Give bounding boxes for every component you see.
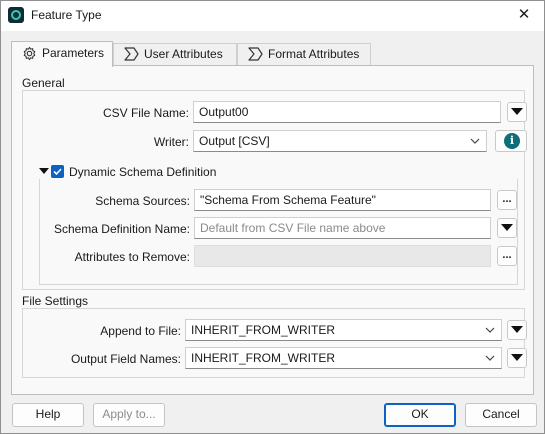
attributes-to-remove-browse-button[interactable]: ... [497, 246, 517, 266]
writer-select[interactable]: Output [CSV] [193, 130, 487, 152]
dynamic-schema-checkbox[interactable] [51, 165, 64, 178]
schema-definition-name-label: Schema Definition Name: [53, 222, 190, 236]
writer-info-button[interactable]: i [495, 130, 527, 152]
csv-file-name-input[interactable]: Output00 [193, 101, 501, 123]
schema-sources-input[interactable]: "Schema From Schema Feature" [194, 189, 491, 211]
triangle-down-icon [501, 224, 513, 231]
triangle-down-icon [511, 354, 523, 361]
schema-definition-name-input[interactable]: Default from CSV File name above [194, 217, 491, 239]
help-button[interactable]: Help [12, 403, 84, 427]
writer-label: Writer: [153, 135, 189, 149]
gear-icon [22, 46, 38, 61]
tab-format-attributes-label: Format Attributes [268, 47, 360, 61]
apply-to-button[interactable]: Apply to... [93, 403, 165, 427]
writer-value: Output [CSV] [199, 134, 270, 148]
feature-type-dialog: Feature Type ✕ Parameters User Attribute… [0, 0, 545, 434]
sigma-icon [248, 47, 264, 61]
file-settings-group: Append to File: INHERIT_FROM_WRITER Outp… [22, 308, 527, 378]
schema-sources-browse-button[interactable]: ... [497, 190, 517, 210]
output-field-names-select[interactable]: INHERIT_FROM_WRITER [185, 347, 502, 369]
triangle-down-icon [511, 108, 523, 115]
schema-definition-name-menu-button[interactable] [497, 218, 517, 238]
ok-button[interactable]: OK [384, 403, 456, 427]
tab-user-attributes[interactable]: User Attributes [113, 43, 237, 65]
output-field-names-menu-button[interactable] [507, 348, 527, 368]
checkmark-icon [53, 168, 62, 176]
attributes-to-remove-label: Attributes to Remove: [74, 250, 190, 264]
schema-sources-label: Schema Sources: [95, 194, 190, 208]
dynamic-schema-group: Schema Sources: "Schema From Schema Feat… [39, 179, 518, 285]
sigma-icon [124, 47, 140, 61]
chevron-down-icon [485, 355, 495, 361]
csv-file-name-menu-button[interactable] [507, 102, 527, 122]
chevron-down-icon [470, 138, 480, 144]
append-to-file-select[interactable]: INHERIT_FROM_WRITER [185, 319, 502, 341]
general-group-title: General [22, 76, 65, 90]
app-icon [8, 7, 24, 23]
info-icon: i [504, 133, 520, 149]
window-title: Feature Type [31, 8, 102, 22]
close-button[interactable]: ✕ [504, 1, 544, 31]
triangle-down-icon [511, 326, 523, 333]
ellipsis-icon: ... [502, 249, 512, 261]
append-to-file-label: Append to File: [100, 324, 181, 338]
tab-format-attributes[interactable]: Format Attributes [237, 43, 371, 65]
collapse-triangle-icon[interactable] [39, 166, 49, 176]
csv-file-name-label: CSV File Name: [102, 106, 189, 120]
append-to-file-value: INHERIT_FROM_WRITER [191, 323, 335, 337]
append-to-file-menu-button[interactable] [507, 320, 527, 340]
tab-parameters-label: Parameters [42, 46, 105, 60]
title-bar: Feature Type ✕ [1, 1, 544, 31]
output-field-names-label: Output Field Names: [70, 352, 181, 366]
tab-user-attributes-label: User Attributes [144, 47, 223, 61]
file-settings-group-title: File Settings [22, 294, 89, 308]
chevron-down-icon [485, 327, 495, 333]
dynamic-schema-label: Dynamic Schema Definition [69, 165, 217, 179]
tab-parameters[interactable]: Parameters [11, 41, 113, 67]
ellipsis-icon: ... [502, 193, 512, 205]
output-field-names-value: INHERIT_FROM_WRITER [191, 351, 335, 365]
general-group: CSV File Name: Output00 Writer: Output [… [22, 90, 527, 290]
attributes-to-remove-input[interactable] [194, 245, 491, 267]
cancel-button[interactable]: Cancel [465, 403, 537, 427]
parameters-panel: General CSV File Name: Output00 Writer: … [11, 65, 534, 395]
